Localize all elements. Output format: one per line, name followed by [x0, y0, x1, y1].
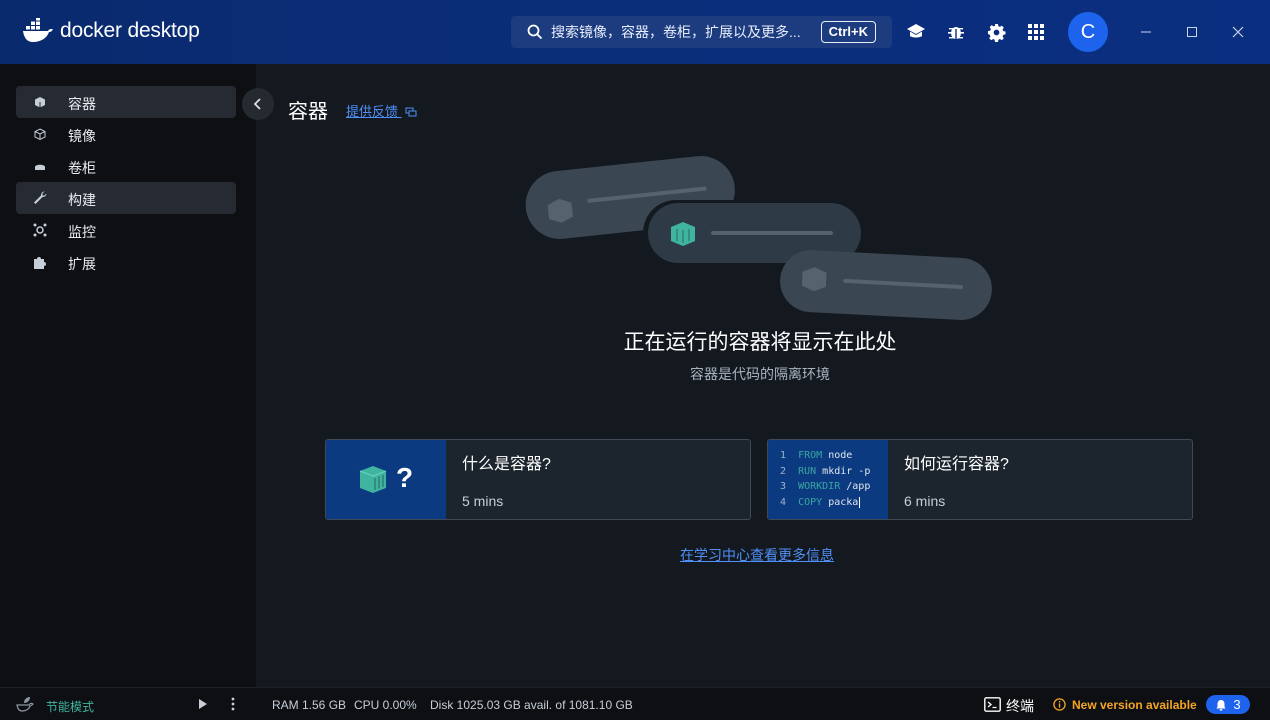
- puzzle-icon: [34, 257, 46, 269]
- empty-state-subtext: 容器是代码的隔离环境: [690, 366, 830, 382]
- code-line: 3 WORKDIR /app: [780, 481, 871, 492]
- chat-icon: [405, 107, 417, 117]
- notifications-button[interactable]: 3: [1206, 695, 1250, 714]
- sidebar-item-label: 镜像: [68, 128, 96, 144]
- sidebar-item-extensions[interactable]: 扩展: [16, 246, 236, 278]
- sidebar-item-images[interactable]: 镜像: [16, 118, 236, 150]
- card-duration: 6 mins: [904, 493, 946, 509]
- sidebar-item-label: 卷柜: [68, 160, 96, 176]
- feedback-label: 提供反馈: [346, 104, 399, 119]
- card-title: 如何运行容器?: [904, 456, 1009, 473]
- learn-card-how-to-run[interactable]: 1 FROM node 2 RUN mkdir -p 3 WORKDIR /app 4…: [767, 439, 1193, 520]
- disk-usage: Disk 1025.03 GB avail. of 1081.10 GB: [430, 698, 633, 712]
- status-bar: 节能模式 RAM 1.56 GB CPU 0.00% Disk 1025.03 …: [0, 687, 1270, 720]
- card-thumbnail: ?: [326, 440, 446, 519]
- volume-icon: [35, 164, 45, 170]
- sidebar-item-label: 监控: [68, 224, 96, 240]
- bell-icon: [1216, 699, 1227, 711]
- learning-center-icon[interactable]: [904, 20, 928, 44]
- docker-logo: docker desktop: [22, 18, 200, 44]
- code-line: 4 COPY packa: [780, 496, 861, 508]
- update-available-link[interactable]: New version available: [1072, 698, 1197, 712]
- play-icon[interactable]: [198, 699, 207, 709]
- sidebar-item-builds[interactable]: 构建: [16, 182, 236, 214]
- app-name: docker desktop: [60, 19, 200, 42]
- empty-state-heading: 正在运行的容器将显示在此处: [623, 331, 897, 354]
- card-title: 什么是容器?: [462, 456, 551, 473]
- user-avatar[interactable]: C: [1068, 12, 1108, 52]
- code-line: 1 FROM node: [780, 450, 853, 461]
- settings-gear-icon[interactable]: [984, 20, 1008, 44]
- sidebar: 容器 镜像 卷柜 构建 监控 扩展: [0, 64, 256, 687]
- sidebar-item-volumes[interactable]: 卷柜: [16, 150, 236, 182]
- minimize-icon[interactable]: [1134, 20, 1158, 44]
- collapse-sidebar-button[interactable]: [242, 88, 274, 120]
- container-icon: [35, 97, 45, 108]
- top-bar: docker desktop 搜索镜像，容器，卷柜，扩展以及更多... Ctrl…: [0, 0, 1270, 64]
- sidebar-item-containers[interactable]: 容器: [16, 86, 236, 118]
- sidebar-item-label: 容器: [68, 96, 96, 112]
- feedback-link[interactable]: 提供反馈: [346, 101, 417, 120]
- search-bar[interactable]: 搜索镜像，容器，卷柜，扩展以及更多... Ctrl+K: [511, 16, 892, 48]
- whale-leaf-icon: [16, 697, 34, 712]
- troubleshoot-bug-icon[interactable]: [944, 20, 968, 44]
- cpu-usage: CPU 0.00%: [354, 698, 417, 712]
- dockerfile-snippet: 1 FROM node 2 RUN mkdir -p 3 WORKDIR /app 4…: [780, 448, 870, 510]
- question-mark: ?: [396, 462, 414, 493]
- maximize-icon[interactable]: [1180, 20, 1204, 44]
- wrench-icon: [34, 191, 47, 204]
- learn-card-what-is-container[interactable]: ? 什么是容器? 5 mins: [325, 439, 751, 520]
- chevron-left-icon: [253, 98, 261, 110]
- page-title: 容器: [288, 101, 328, 123]
- search-shortcut: Ctrl+K: [820, 21, 876, 43]
- image-icon: [34, 128, 46, 141]
- learning-center-link[interactable]: 在学习中心查看更多信息: [680, 545, 834, 565]
- monitor-icon: [33, 223, 47, 237]
- info-icon: [1053, 698, 1066, 711]
- sidebar-item-label: 构建: [68, 192, 96, 208]
- docker-whale-icon: [23, 18, 53, 42]
- sidebar-item-label: 扩展: [68, 256, 96, 272]
- apps-grid-icon[interactable]: [1024, 20, 1048, 44]
- code-line: 2 RUN mkdir -p: [780, 465, 871, 477]
- eco-mode-label[interactable]: 节能模式: [46, 698, 94, 715]
- card-duration: 5 mins: [462, 493, 504, 509]
- card-thumbnail: 1 FROM node 2 RUN mkdir -p 3 WORKDIR /app 4…: [768, 440, 888, 519]
- search-icon: [527, 24, 543, 40]
- close-icon[interactable]: [1226, 20, 1250, 44]
- notification-count: 3: [1233, 697, 1241, 712]
- ram-usage: RAM 1.56 GB: [272, 698, 347, 712]
- sidebar-item-monitoring[interactable]: 监控: [16, 214, 236, 246]
- terminal-icon[interactable]: [984, 697, 1001, 712]
- more-vertical-icon[interactable]: [231, 697, 235, 711]
- empty-containers-illustration: [525, 156, 992, 320]
- terminal-button[interactable]: 终端: [1006, 696, 1034, 716]
